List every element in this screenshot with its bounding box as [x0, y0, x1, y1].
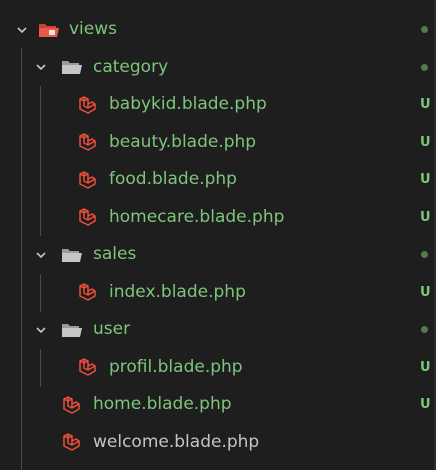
file-index-row[interactable]: index.blade.php U: [0, 274, 436, 312]
file-home-row[interactable]: home.blade.php U: [0, 386, 436, 424]
file-label: food.blade.php: [109, 169, 237, 190]
file-homecare-row[interactable]: homecare.blade.php U: [0, 199, 436, 237]
laravel-icon: [76, 282, 98, 302]
file-welcome-row[interactable]: welcome.blade.php: [0, 424, 436, 462]
folder-open-icon: [61, 247, 83, 263]
laravel-icon: [76, 95, 98, 115]
folder-sales-row[interactable]: sales: [0, 236, 436, 274]
file-food-row[interactable]: food.blade.php U: [0, 161, 436, 199]
laravel-icon: [76, 170, 98, 190]
folder-label: views: [69, 19, 118, 40]
chevron-down-icon[interactable]: [34, 248, 48, 262]
file-babykid-row[interactable]: babykid.blade.php U: [0, 86, 436, 124]
chevron-down-icon[interactable]: [15, 23, 29, 37]
folder-label: category: [93, 56, 169, 77]
folder-open-icon: [61, 59, 83, 75]
status-dot: [421, 251, 428, 259]
laravel-icon: [76, 132, 98, 152]
folder-views-row[interactable]: views: [0, 11, 436, 49]
untracked-badge: U: [420, 209, 431, 225]
file-label: index.blade.php: [109, 281, 246, 302]
chevron-down-icon[interactable]: [34, 323, 48, 337]
file-label: babykid.blade.php: [109, 94, 267, 115]
folder-label: sales: [93, 244, 137, 265]
status-dot: [421, 63, 428, 71]
laravel-icon: [76, 207, 98, 227]
status-dot: [421, 26, 428, 34]
file-profil-row[interactable]: profil.blade.php U: [0, 349, 436, 387]
status-dot: [421, 326, 428, 334]
untracked-badge: U: [420, 359, 431, 375]
untracked-badge: U: [420, 172, 431, 188]
file-label: profil.blade.php: [109, 356, 243, 377]
file-label: homecare.blade.php: [109, 206, 285, 227]
folder-category-row[interactable]: category: [0, 49, 436, 87]
chevron-down-icon[interactable]: [34, 60, 48, 74]
file-explorer-tree: views category babykid.blade.php U beaut…: [0, 0, 436, 470]
untracked-badge: U: [420, 97, 431, 113]
laravel-icon: [60, 432, 82, 452]
file-label: welcome.blade.php: [93, 431, 260, 452]
folder-open-icon: [61, 322, 83, 338]
untracked-badge: U: [420, 134, 431, 150]
file-label: home.blade.php: [93, 394, 232, 415]
untracked-badge: U: [420, 397, 431, 413]
folder-label: user: [93, 319, 131, 340]
laravel-icon: [60, 395, 82, 415]
file-label: beauty.blade.php: [109, 131, 257, 152]
laravel-icon: [76, 357, 98, 377]
folder-user-row[interactable]: user: [0, 311, 436, 349]
folder-red-open-icon: [38, 22, 60, 38]
untracked-badge: U: [420, 284, 431, 300]
file-beauty-row[interactable]: beauty.blade.php U: [0, 124, 436, 162]
